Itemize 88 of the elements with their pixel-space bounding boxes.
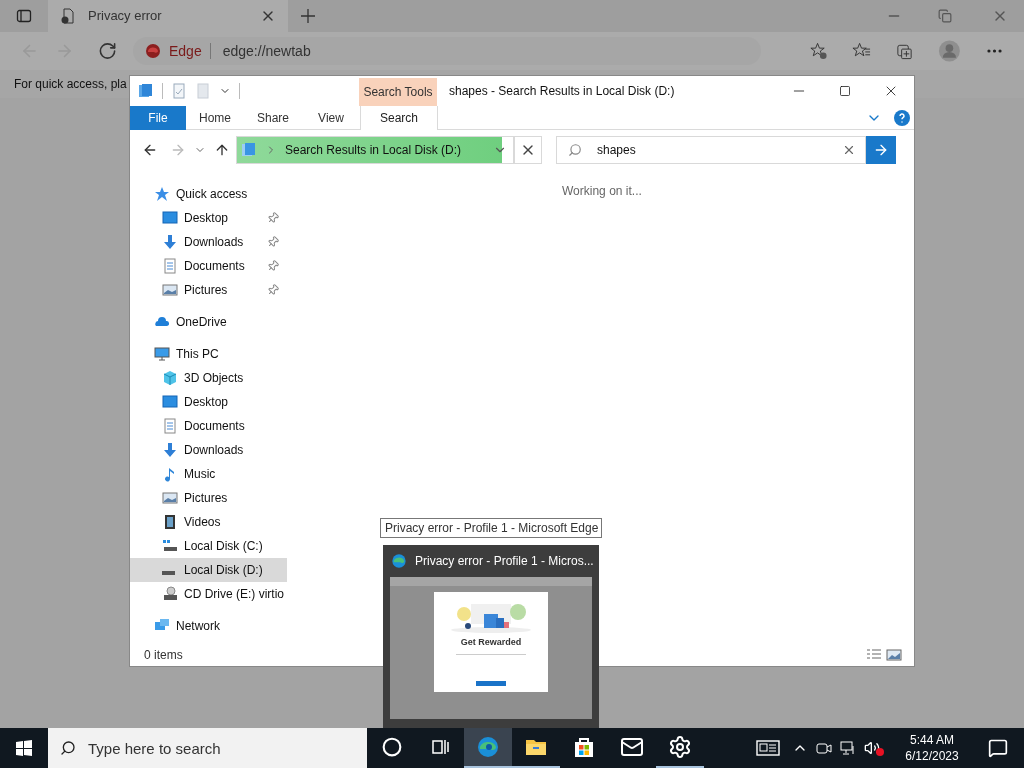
dialog-title: Get Rewarded (460, 636, 522, 649)
nav-item[interactable]: Videos (130, 510, 287, 534)
ribbon-tab[interactable]: Share (244, 105, 302, 130)
camera-icon[interactable] (816, 740, 832, 756)
drive-icon (162, 571, 175, 575)
task-view-icon (430, 737, 450, 757)
nav-item[interactable]: This PC (130, 342, 287, 366)
search-results-icon (241, 142, 257, 158)
site-label: Edge (169, 42, 202, 61)
item-count: 0 items (144, 647, 184, 663)
ribbon-tab[interactable]: File (130, 105, 186, 130)
network-icon[interactable] (840, 740, 856, 756)
up-icon[interactable] (214, 142, 230, 158)
nav-item[interactable]: Pictures (130, 486, 287, 510)
nav-item[interactable]: Music (130, 462, 287, 486)
nav-item[interactable]: Documents (130, 254, 287, 278)
clear-icon[interactable] (842, 143, 856, 157)
download-arrow-icon (162, 234, 178, 250)
nav-item[interactable]: CD Drive (E:) virtio (130, 582, 287, 606)
drive-icon (162, 538, 178, 554)
help-icon[interactable] (894, 109, 910, 126)
settings-icon (668, 735, 692, 759)
nav-item[interactable]: Downloads (130, 230, 287, 254)
nav-item[interactable]: Downloads (130, 438, 287, 462)
news-icon[interactable] (756, 738, 780, 758)
add-favorite-icon[interactable] (809, 41, 829, 61)
browser-tab[interactable]: Privacy error (48, 0, 288, 32)
desktop-icon (162, 210, 178, 226)
ribbon-tab[interactable]: Search (360, 105, 438, 130)
nav-item[interactable]: Desktop (130, 206, 287, 230)
picture-icon (162, 282, 178, 298)
preview-title: Privacy error - Profile 1 - Micros... (415, 553, 594, 569)
address-bar[interactable]: Search Results in Local Disk (D:) (236, 136, 514, 164)
picture-icon (162, 490, 178, 506)
edge-icon (476, 735, 500, 759)
nav-item[interactable]: OneDrive (130, 310, 287, 334)
favorites-bar-hint: For quick access, pla (14, 76, 127, 92)
search-icon (60, 740, 76, 756)
address-path: Search Results in Local Disk (D:) (285, 142, 463, 158)
windows-logo-icon[interactable] (16, 740, 32, 756)
ribbon-tab[interactable]: Home (186, 105, 244, 130)
url-text: edge://newtab (222, 42, 311, 61)
document-icon (162, 258, 178, 274)
nav-item[interactable]: Network (130, 614, 287, 638)
search-icon (568, 143, 582, 157)
search-field[interactable]: shapes (556, 136, 866, 164)
desktop-icon (162, 394, 178, 410)
clock-time[interactable]: 5:44 AM (910, 732, 954, 748)
film-icon (162, 514, 178, 530)
context-tab-label: Search Tools (363, 84, 433, 100)
star-icon (154, 186, 170, 202)
edge-logo-icon (145, 43, 161, 59)
stop-button[interactable] (514, 136, 542, 164)
nav-item[interactable]: Documents (130, 414, 287, 438)
nav-item[interactable]: 3D Objects (130, 366, 287, 390)
ribbon-tab[interactable]: View (302, 105, 360, 130)
disc-drive-icon (162, 586, 178, 602)
mail-icon (620, 735, 644, 759)
clock-date[interactable]: 6/12/2023 (905, 748, 959, 764)
loading-message: Working on it... (562, 184, 642, 198)
restore-icon[interactable] (938, 9, 952, 23)
maximize-icon[interactable] (839, 85, 851, 97)
taskbar-search-field[interactable]: Type here to search (48, 728, 367, 768)
cube-icon (162, 370, 178, 386)
address-bar[interactable]: Edge edge://newtab (133, 37, 762, 65)
tooltip-text: Privacy error - Profile 1 - Microsoft Edge (385, 520, 599, 536)
nav-item[interactable]: Desktop (130, 390, 287, 414)
back-icon[interactable] (142, 142, 158, 158)
search-go-button[interactable] (866, 136, 896, 164)
nav-item[interactable]: Local Disk (D:) (130, 558, 287, 582)
explorer-icon (138, 83, 154, 99)
window-title: shapes - Search Results in Local Disk (D:) (448, 83, 676, 100)
cortana-icon (382, 737, 402, 757)
tab-title: Privacy error (88, 7, 163, 26)
large-icons-view-icon[interactable] (886, 647, 902, 663)
download-arrow-icon (162, 442, 178, 458)
shopping-bag-icon (572, 735, 596, 759)
nav-item[interactable]: Pictures (130, 278, 287, 302)
new-tab-icon[interactable] (300, 8, 316, 24)
computer-icon (154, 346, 170, 362)
nav-item[interactable]: Quick access (130, 182, 287, 206)
tab-actions-icon[interactable] (16, 8, 32, 24)
notifications-icon[interactable] (988, 738, 1008, 758)
nav-item[interactable]: Local Disk (C:) (130, 534, 287, 558)
refresh-icon[interactable] (98, 41, 117, 61)
page-error-icon (60, 8, 76, 24)
edge-icon (391, 553, 407, 569)
document-icon (162, 418, 178, 434)
